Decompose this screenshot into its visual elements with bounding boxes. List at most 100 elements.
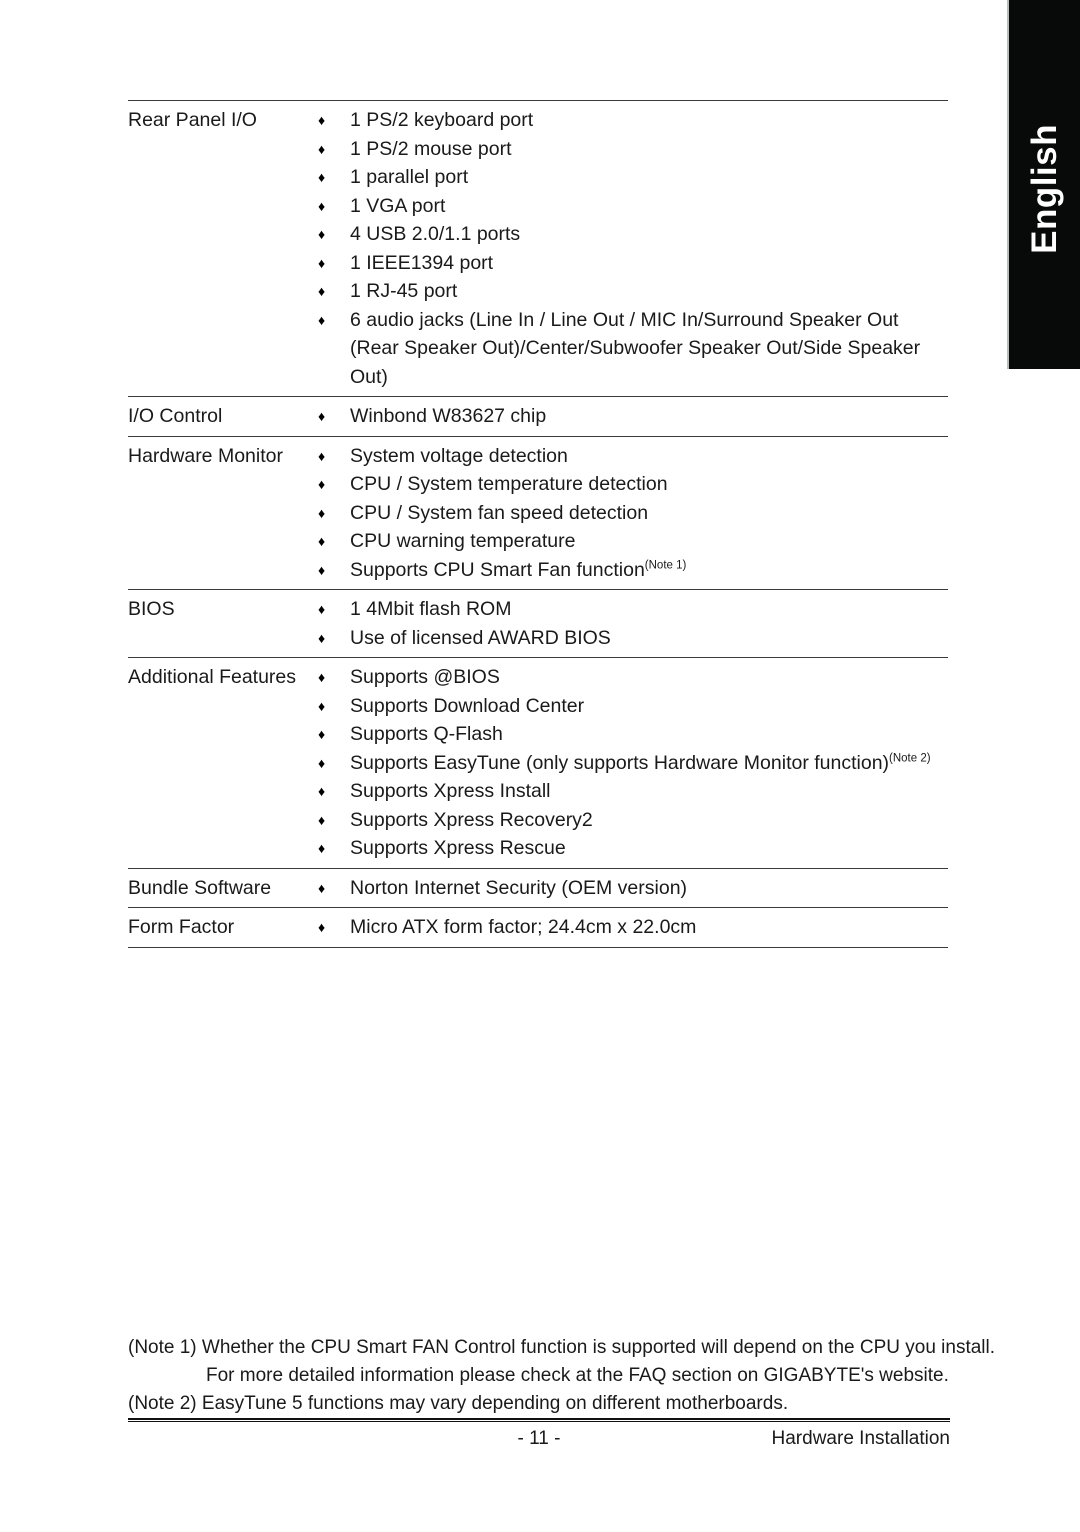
list-item-text: Supports Download Center bbox=[350, 694, 585, 717]
diamond-bullet-icon: ♦ bbox=[318, 254, 326, 271]
list-item-text: 1 VGA port bbox=[350, 194, 446, 217]
list-item-text: Use of licensed AWARD BIOS bbox=[350, 626, 611, 649]
list-item-text: System voltage detection bbox=[350, 444, 568, 467]
spec-row-label: Hardware Monitor bbox=[128, 444, 283, 467]
table-row: Form Factor ♦ Micro ATX form factor; 24.4c… bbox=[128, 907, 948, 948]
diamond-bullet-icon: ♦ bbox=[318, 226, 326, 242]
spec-row-items: ♦ System voltage detection ♦ CPU / System t… bbox=[318, 437, 948, 590]
list-item-text: 1 RJ-45 port bbox=[350, 280, 458, 302]
diamond-bullet-icon: ♦ bbox=[318, 879, 326, 896]
diamond-bullet-icon: ♦ bbox=[318, 533, 326, 549]
diamond-bullet-icon: ♦ bbox=[318, 669, 326, 685]
list-item: ♦ Supports Xpress Install bbox=[318, 777, 948, 806]
table-row: BIOS ♦ 1 4Mbit flash ROM ♦ Use of licensed A… bbox=[128, 589, 948, 657]
diamond-bullet-icon: ♦ bbox=[318, 447, 326, 464]
list-item: ♦ 1 IEEE1394 port bbox=[318, 249, 948, 278]
list-item-text: CPU / System temperature detection bbox=[350, 473, 668, 495]
diamond-bullet-icon: ♦ bbox=[318, 140, 326, 157]
list-item-text: CPU warning temperature bbox=[350, 530, 576, 552]
list-item-text: 4 USB 2.0/1.1 ports bbox=[350, 223, 521, 245]
table-row: Hardware Monitor ♦ System voltage detectio… bbox=[128, 435, 948, 590]
list-item: ♦ Winbond W83627 chip bbox=[318, 402, 948, 431]
page-footer: - 11 - Hardware Installation bbox=[128, 1425, 950, 1453]
list-item: ♦ CPU / System temperature detection bbox=[318, 470, 948, 499]
list-item: ♦ Micro ATX form factor; 24.4cm x 22.0cm bbox=[318, 913, 948, 942]
list-item: ♦ Supports Xpress Rescue bbox=[318, 834, 948, 863]
list-item: ♦ 1 PS/2 mouse port bbox=[318, 135, 948, 164]
diamond-bullet-icon: ♦ bbox=[318, 601, 326, 617]
table-row: I/O Control ♦ Winbond W83627 chip bbox=[128, 396, 948, 436]
spec-row-items: ♦ Winbond W83627 chip bbox=[318, 397, 948, 436]
list-item: ♦ CPU warning temperature bbox=[318, 527, 948, 556]
footnote-marker: (Note 1) bbox=[644, 559, 687, 571]
diamond-bullet-icon: ♦ bbox=[318, 919, 326, 935]
list-item-text: 1 parallel port bbox=[350, 166, 469, 188]
diamond-bullet-icon: ♦ bbox=[318, 561, 326, 578]
spec-row-label: Additional Features bbox=[128, 666, 297, 688]
list-item: ♦ Supports Xpress Recovery2 bbox=[318, 806, 948, 835]
list-item: ♦ Supports CPU Smart Fan function(Note 1) bbox=[318, 556, 948, 585]
diamond-bullet-icon: ♦ bbox=[318, 697, 326, 714]
diamond-bullet-icon: ♦ bbox=[318, 754, 326, 771]
list-item: ♦ 4 USB 2.0/1.1 ports bbox=[318, 220, 948, 249]
list-item-text: Supports Xpress Recovery2 bbox=[350, 808, 593, 831]
list-item-text: Supports @BIOS bbox=[350, 666, 500, 688]
spec-row-label: Rear Panel I/O bbox=[128, 109, 257, 131]
list-item: ♦ 1 VGA port bbox=[318, 192, 948, 221]
list-item-text: 1 4Mbit flash ROM bbox=[350, 598, 512, 620]
diamond-bullet-icon: ♦ bbox=[318, 169, 326, 185]
diamond-bullet-icon: ♦ bbox=[318, 283, 326, 299]
list-item: ♦ Supports EasyTune (only supports Hardwa… bbox=[318, 749, 948, 778]
spec-row-items: ♦ Norton Internet Security (OEM version) bbox=[318, 869, 948, 908]
list-item-text: Norton Internet Security (OEM version) bbox=[350, 876, 688, 899]
spec-row-items: ♦ Supports @BIOS ♦ Supports Download Center… bbox=[318, 658, 948, 868]
spec-row-label: BIOS bbox=[128, 598, 175, 620]
list-item-text: 6 audio jacks (Line In / Line Out / MIC … bbox=[350, 308, 921, 388]
diamond-bullet-icon: ♦ bbox=[318, 783, 326, 799]
footnotes-block: (Note 1) Whether the CPU Smart FAN Contr… bbox=[128, 1334, 995, 1418]
footer-divider bbox=[128, 1418, 950, 1422]
spec-row-items: ♦ Micro ATX form factor; 24.4cm x 22.0cm bbox=[318, 908, 948, 947]
diamond-bullet-icon: ♦ bbox=[318, 197, 326, 214]
diamond-bullet-icon: ♦ bbox=[318, 408, 326, 424]
diamond-bullet-icon: ♦ bbox=[318, 112, 326, 128]
diamond-bullet-icon: ♦ bbox=[318, 476, 326, 492]
list-item: ♦ Use of licensed AWARD BIOS bbox=[318, 624, 948, 653]
table-row: Bundle Software ♦ Norton Internet Security… bbox=[128, 867, 948, 908]
diamond-bullet-icon: ♦ bbox=[318, 840, 326, 856]
list-item-text: 1 PS/2 mouse port bbox=[350, 137, 512, 160]
list-item-text: Winbond W83627 chip bbox=[350, 405, 547, 427]
list-item: ♦ 1 PS/2 keyboard port bbox=[318, 106, 948, 135]
spec-row-label: Form Factor bbox=[128, 916, 235, 938]
list-item: ♦ Norton Internet Security (OEM version) bbox=[318, 874, 948, 903]
list-item: ♦ CPU / System fan speed detection bbox=[318, 499, 948, 528]
diamond-bullet-icon: ♦ bbox=[318, 504, 326, 521]
language-tab: English bbox=[1007, 0, 1080, 369]
list-item-text: 1 PS/2 keyboard port bbox=[350, 109, 534, 131]
list-item-text: Supports Xpress Rescue bbox=[350, 837, 566, 859]
list-item-text: Supports Q-Flash bbox=[350, 723, 503, 745]
list-item: ♦ Supports Download Center bbox=[318, 692, 948, 721]
spec-row-items: ♦ 1 PS/2 keyboard port ♦ 1 PS/2 mouse port ♦… bbox=[318, 101, 948, 396]
page-number: - 11 - bbox=[517, 1428, 561, 1449]
list-item-text: 1 IEEE1394 port bbox=[350, 251, 494, 274]
list-item: ♦ Supports Q-Flash bbox=[318, 720, 948, 749]
list-item-text: Supports EasyTune (only supports Hardwar… bbox=[350, 749, 948, 778]
footnote-marker: (Note 2) bbox=[889, 752, 931, 764]
specifications-table: Rear Panel I/O ♦ 1 PS/2 keyboard port ♦ 1 PS… bbox=[128, 100, 948, 948]
spec-row-label: I/O Control bbox=[128, 405, 223, 427]
spec-row-label: Bundle Software bbox=[128, 876, 272, 899]
table-row: Additional Features ♦ Supports @BIOS ♦ Suppo… bbox=[128, 657, 948, 868]
footnote-line: For more detailed information please che… bbox=[206, 1365, 949, 1386]
spec-row-items: ♦ 1 4Mbit flash ROM ♦ Use of licensed AWARD… bbox=[318, 590, 948, 657]
list-item: ♦ System voltage detection bbox=[318, 442, 948, 471]
footnote-line: (Note 2) EasyTune 5 functions may vary d… bbox=[128, 1393, 789, 1414]
list-item: ♦ 1 parallel port bbox=[318, 163, 948, 192]
diamond-bullet-icon: ♦ bbox=[318, 811, 326, 828]
list-item-text: CPU / System fan speed detection bbox=[350, 501, 649, 524]
list-item-text: Supports CPU Smart Fan function(Note 1) bbox=[350, 556, 948, 585]
list-item-label: Supports CPU Smart Fan function bbox=[350, 558, 645, 581]
list-item: ♦ 1 RJ-45 port bbox=[318, 277, 948, 306]
diamond-bullet-icon: ♦ bbox=[318, 629, 326, 646]
list-item-label: Supports EasyTune (only supports Hardwar… bbox=[350, 751, 890, 774]
